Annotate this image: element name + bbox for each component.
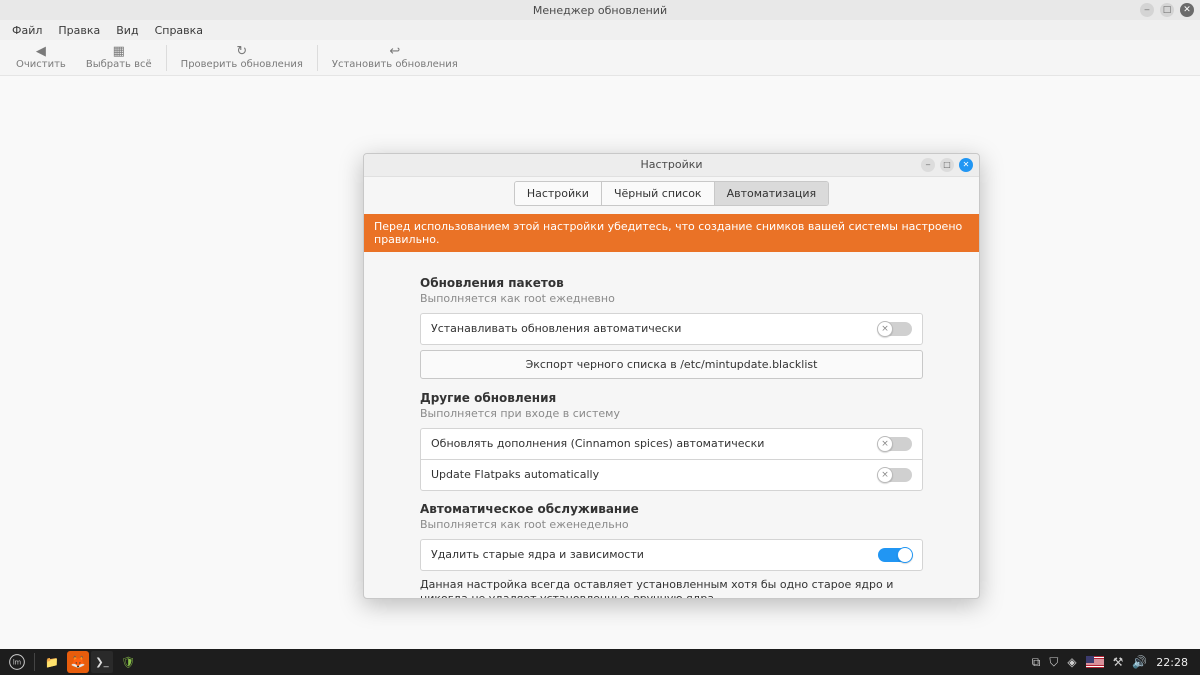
menu-view[interactable]: Вид — [108, 21, 146, 40]
taskbar-update-manager[interactable]: 🛡 — [115, 651, 141, 673]
toggle-flatpak[interactable]: × — [878, 468, 912, 482]
toolbar-check-updates[interactable]: ↻ Проверить обновления — [171, 43, 313, 72]
main-window-title: Менеджер обновлений — [533, 4, 667, 17]
toolbar-install-updates[interactable]: ↩ Установить обновления — [322, 43, 468, 72]
toolbar-separator — [166, 45, 167, 71]
export-blacklist-button[interactable]: Экспорт черного списка в /etc/mintupdate… — [420, 350, 923, 379]
firefox-icon: 🦊 — [71, 655, 86, 669]
dialog-maximize-button[interactable]: □ — [940, 158, 954, 172]
main-window-controls: ‒ □ ✕ — [1140, 3, 1194, 17]
row-flatpak-label: Update Flatpaks automatically — [431, 468, 599, 481]
main-titlebar: Менеджер обновлений ‒ □ ✕ — [0, 0, 1200, 20]
maximize-button[interactable]: □ — [1160, 3, 1174, 17]
dialog-body: Обновления пакетов Выполняется как root … — [364, 252, 979, 598]
network-icon[interactable]: ⚒ — [1113, 655, 1124, 669]
toolbar-clear[interactable]: ◀ Очистить — [6, 43, 76, 72]
taskbar-files[interactable]: 📁 — [39, 651, 65, 673]
tab-blacklist[interactable]: Чёрный список — [602, 182, 715, 205]
row-flatpak: Update Flatpaks automatically × — [420, 459, 923, 491]
toolbar-select-all[interactable]: ▦ Выбрать всё — [76, 43, 162, 72]
toolbar-check-label: Проверить обновления — [181, 59, 303, 70]
dialog-window-controls: ‒ □ ✕ — [921, 158, 973, 172]
section-packages-title: Обновления пакетов — [420, 276, 923, 290]
taskbar-right: ⧉ ⛉ ◈ ⚒ 🔊 22:28 — [1032, 655, 1196, 670]
toolbar-clear-label: Очистить — [16, 59, 66, 70]
clear-icon: ◀ — [36, 45, 46, 59]
section-packages-sub: Выполняется как root ежедневно — [420, 292, 923, 305]
keyboard-layout-flag[interactable] — [1086, 656, 1104, 668]
taskbar-left: lm 📁 🦊 ❯_ 🛡 — [4, 651, 141, 673]
dialog-close-button[interactable]: ✕ — [959, 158, 973, 172]
menu-file[interactable]: Файл — [4, 21, 50, 40]
row-auto-install-label: Устанавливать обновления автоматически — [431, 322, 681, 335]
preferences-dialog: Настройки ‒ □ ✕ Настройки Чёрный список … — [363, 153, 980, 599]
refresh-icon: ↻ — [236, 45, 247, 59]
toolbar-select-all-label: Выбрать всё — [86, 59, 152, 70]
taskbar-terminal[interactable]: ❯_ — [91, 651, 113, 673]
volume-icon[interactable]: 🔊 — [1132, 655, 1147, 669]
section-other-sub: Выполняется при входе в систему — [420, 407, 923, 420]
menu-edit[interactable]: Правка — [50, 21, 108, 40]
tray-expand-icon[interactable]: ⧉ — [1032, 655, 1041, 670]
tab-preferences[interactable]: Настройки — [515, 182, 602, 205]
row-spices-label: Обновлять дополнения (Cinnamon spices) а… — [431, 437, 764, 450]
dialog-title: Настройки — [640, 158, 702, 171]
start-menu-button[interactable]: lm — [4, 651, 30, 673]
taskbar-separator — [34, 653, 35, 671]
maint-note: Данная настройка всегда оставляет устано… — [420, 578, 923, 598]
toggle-remove-kernels[interactable] — [878, 548, 912, 562]
dialog-minimize-button[interactable]: ‒ — [921, 158, 935, 172]
row-remove-kernels: Удалить старые ядра и зависимости — [420, 539, 923, 571]
dialog-titlebar: Настройки ‒ □ ✕ — [364, 154, 979, 177]
svg-text:lm: lm — [13, 659, 21, 667]
toggle-auto-install[interactable]: × — [878, 322, 912, 336]
warning-banner: Перед использованием этой настройки убед… — [364, 214, 979, 252]
tray-shield-icon[interactable]: ⛉ — [1049, 655, 1058, 670]
tab-automation[interactable]: Автоматизация — [715, 182, 829, 205]
dialog-tabs: Настройки Чёрный список Автоматизация — [514, 181, 829, 206]
menubar: Файл Правка Вид Справка — [0, 20, 1200, 40]
toggle-spices[interactable]: × — [878, 437, 912, 451]
dialog-tabstrip: Настройки Чёрный список Автоматизация — [364, 177, 979, 206]
minimize-button[interactable]: ‒ — [1140, 3, 1154, 17]
install-icon: ↩ — [389, 45, 400, 59]
toolbar-install-label: Установить обновления — [332, 59, 458, 70]
select-all-icon: ▦ — [113, 45, 125, 59]
section-maint-title: Автоматическое обслуживание — [420, 502, 923, 516]
row-remove-kernels-label: Удалить старые ядра и зависимости — [431, 548, 644, 561]
section-maint-sub: Выполняется как root еженедельно — [420, 518, 923, 531]
toolbar-separator — [317, 45, 318, 71]
shield-icon: 🛡 — [121, 656, 135, 669]
toolbar: ◀ Очистить ▦ Выбрать всё ↻ Проверить обн… — [0, 40, 1200, 76]
tray-updates-icon[interactable]: ◈ — [1067, 655, 1076, 669]
mint-logo-icon: lm — [9, 654, 25, 670]
taskbar: lm 📁 🦊 ❯_ 🛡 ⧉ ⛉ ◈ ⚒ 🔊 22:28 — [0, 649, 1200, 675]
terminal-icon: ❯_ — [95, 657, 108, 668]
menu-help[interactable]: Справка — [147, 21, 211, 40]
row-auto-install: Устанавливать обновления автоматически × — [420, 313, 923, 345]
close-button[interactable]: ✕ — [1180, 3, 1194, 17]
taskbar-firefox[interactable]: 🦊 — [67, 651, 89, 673]
section-other-title: Другие обновления — [420, 391, 923, 405]
taskbar-clock[interactable]: 22:28 — [1156, 656, 1188, 669]
folder-icon: 📁 — [45, 656, 59, 669]
row-spices: Обновлять дополнения (Cinnamon spices) а… — [420, 428, 923, 460]
